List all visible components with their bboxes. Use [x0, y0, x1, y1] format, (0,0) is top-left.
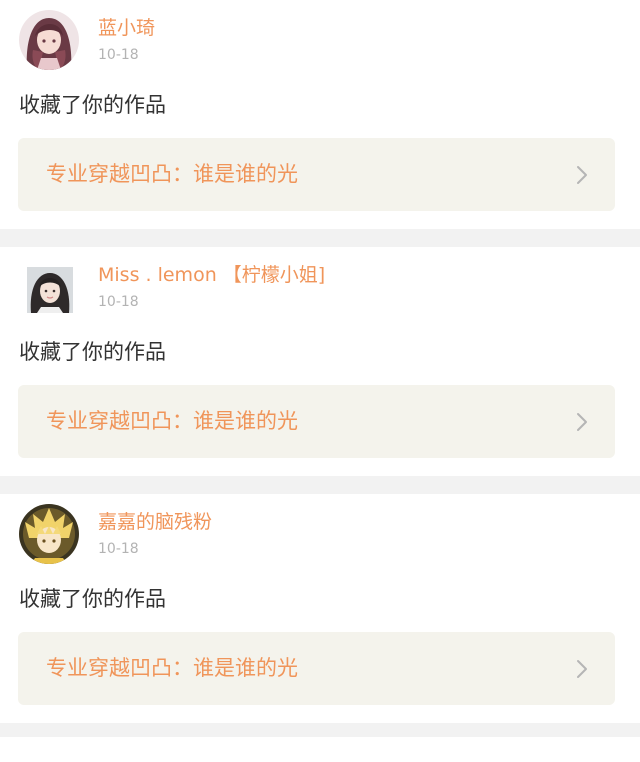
work-title: 专业穿越凹凸：谁是谁的光 [46, 656, 298, 680]
chevron-right-icon [575, 165, 589, 185]
separator [0, 476, 640, 494]
timestamp: 10-18 [98, 294, 139, 310]
separator [0, 229, 640, 247]
avatar-girl-photo-icon [27, 267, 73, 313]
notification-feed: 蓝小琦 10-18 收藏了你的作品 专业穿越凹凸：谁是谁的光 Miss . le… [0, 0, 640, 737]
avatar-anime-girl-pink-icon [19, 10, 79, 70]
notification-item: Miss . lemon 【柠檬小姐] 10-18 收藏了你的作品 专业穿越凹凸… [0, 247, 640, 476]
chevron-right-icon [575, 412, 589, 432]
username[interactable]: 蓝小琦 [98, 16, 155, 40]
separator [0, 723, 640, 737]
avatar-anime-boy-blonde-icon [19, 504, 79, 564]
work-link-card[interactable]: 专业穿越凹凸：谁是谁的光 [18, 632, 615, 705]
username[interactable]: 嘉嘉的脑残粉 [98, 510, 212, 534]
notification-item: 嘉嘉的脑残粉 10-18 收藏了你的作品 专业穿越凹凸：谁是谁的光 [0, 494, 640, 723]
work-title: 专业穿越凹凸：谁是谁的光 [46, 162, 298, 186]
timestamp: 10-18 [98, 541, 139, 557]
action-text: 收藏了你的作品 [19, 587, 166, 611]
work-link-card[interactable]: 专业穿越凹凸：谁是谁的光 [18, 385, 615, 458]
username[interactable]: Miss . lemon 【柠檬小姐] [98, 263, 325, 287]
user-avatar[interactable] [27, 267, 73, 313]
user-avatar[interactable] [19, 10, 79, 70]
chevron-right-icon [575, 659, 589, 679]
work-link-card[interactable]: 专业穿越凹凸：谁是谁的光 [18, 138, 615, 211]
work-title: 专业穿越凹凸：谁是谁的光 [46, 409, 298, 433]
action-text: 收藏了你的作品 [19, 340, 166, 364]
user-avatar[interactable] [19, 504, 79, 564]
notification-item: 蓝小琦 10-18 收藏了你的作品 专业穿越凹凸：谁是谁的光 [0, 0, 640, 229]
action-text: 收藏了你的作品 [19, 93, 166, 117]
timestamp: 10-18 [98, 47, 139, 63]
